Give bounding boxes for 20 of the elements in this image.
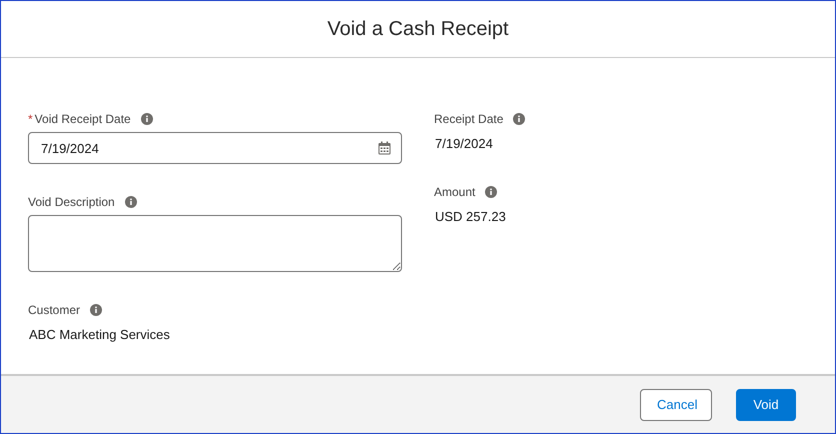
info-icon[interactable] bbox=[485, 186, 498, 198]
field-label: Receipt Date bbox=[434, 111, 504, 128]
field-label: Void Receipt Date bbox=[34, 111, 131, 128]
field-label: Amount bbox=[434, 184, 476, 200]
info-icon[interactable] bbox=[140, 113, 153, 125]
field-label: Void Description bbox=[28, 194, 115, 211]
field-label: Customer bbox=[28, 302, 80, 319]
info-icon[interactable] bbox=[513, 113, 526, 125]
field-value: ABC Marketing Services bbox=[28, 326, 171, 344]
calendar-icon[interactable] bbox=[378, 141, 391, 155]
dialog-title: Void a Cash Receipt bbox=[327, 17, 509, 41]
required-mark: * bbox=[28, 111, 33, 128]
date-field[interactable]: 7/19/2024 bbox=[28, 132, 402, 164]
cancel-button[interactable]: Cancel bbox=[640, 388, 712, 420]
info-icon[interactable] bbox=[124, 196, 137, 208]
description-field[interactable] bbox=[28, 215, 402, 272]
field-value: 7/19/2024 bbox=[434, 135, 494, 153]
info-icon[interactable] bbox=[90, 304, 102, 316]
field-value: USD 257.23 bbox=[434, 208, 507, 226]
void-button[interactable]: Void bbox=[736, 388, 796, 420]
